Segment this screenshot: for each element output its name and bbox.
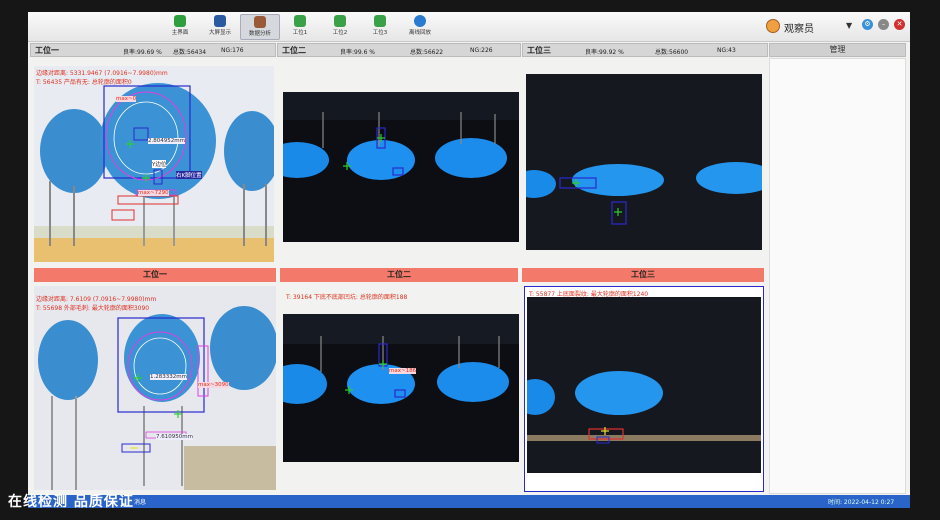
watermark-caption: 在线检测 品质保证 [8,494,134,510]
tool-label: 离线回放 [408,30,431,36]
ng-image-station-3 [527,371,761,444]
measure-readout: 边缘对距离: 5331.9467 (7.0916~7.9980)mm [36,70,168,77]
station-title: 工位三 [527,46,551,55]
station-total: 总数:56600 [655,49,689,56]
station-ng: NG:176 [221,47,244,54]
station-icon [334,15,346,27]
management-panel [769,58,906,494]
station-title: 工位一 [35,46,59,55]
station-yield: 良率:99.92 % [585,49,624,56]
station-yield: 良率:99.69 % [123,49,162,56]
avatar [766,19,780,33]
measure-label: Y边位 [152,160,167,168]
station-3-camera-view [526,74,762,250]
shield-icon [174,15,186,27]
tool-label: 工位3 [372,30,388,36]
station-total: 总数:56434 [173,49,207,56]
status-time: 时间: 2022-04-12 0:27 [828,499,895,506]
tool-label: 大屏显示 [208,30,231,36]
minimize-icon[interactable]: – [878,19,889,30]
station-icon [294,15,306,27]
ng-image-station-1 [38,306,276,490]
ng-station-1-camera-view: 1.283332mm max~3090 7.610950mm [34,286,276,490]
display-icon [214,15,226,27]
station-1-camera-view: max~0 2.804952mm Y边位 右K脚位置 max~7290 [34,66,274,262]
status-bar: 消息 时间: 2022-04-12 0:27 [28,495,910,508]
tool-main[interactable]: 主界面 [160,14,200,40]
chevron-down-icon[interactable]: ▼ [846,21,852,30]
measure-readout: T: 55877 上底面裂纹: 最大轮廓的面积1240 [529,291,649,298]
tool-offline[interactable]: 离线回放 [400,14,440,40]
inspection-screen: 主界面 大屏显示 数据分析 工位1 工位2 工位3 离线回放 观察员 ▼ ⚙ –… [28,12,910,508]
station-1-header: 工位一 良率:99.69 % 总数:56434 NG:176 [30,43,276,57]
settings-icon[interactable]: ⚙ [862,19,873,30]
ng-image-station-2 [283,314,519,404]
measure-label: 2.804952mm [148,138,185,144]
tool-label: 工位2 [332,30,348,36]
ng-header-station-1: 工位一 [34,268,276,282]
measure-label: 1.283332mm [150,374,187,380]
measure-label: max~0 [116,96,137,102]
ng-station-2-camera-view: max~186 [283,314,519,462]
tool-label: 数据分析 [248,31,271,37]
tool-display[interactable]: 大屏显示 [200,14,240,40]
status-message: 消息 [134,499,147,506]
station-title: 工位二 [282,46,306,55]
tool-label: 主界面 [171,30,189,36]
measure-label: 右K脚位置 [176,171,202,179]
ng-station-3-frame: T: 55877 上底面裂纹: 最大轮廓的面积1240 [524,286,764,492]
cloud-icon [414,15,426,27]
station-icon [374,15,386,27]
measure-label: max~186 [389,368,417,374]
measure-readout: 边缘对距离: 7.6109 (7.0916~7.9980)mm [36,296,157,303]
camera-image-station-3 [526,162,762,225]
tool-station-3[interactable]: 工位3 [360,14,400,40]
station-3-header: 工位三 良率:99.92 % 总数:56600 NG:43 [522,43,768,57]
station-2-camera-view [283,92,519,242]
close-icon[interactable]: ✕ [894,19,905,30]
ng-header-station-2: 工位二 [280,268,518,282]
ng-station-3-camera-view [527,297,761,473]
measure-label: 7.610950mm [156,434,193,440]
station-2-header: 工位二 良率:99.6 % 总数:56622 NG:226 [277,43,521,57]
measure-label: max~7290 [138,190,169,196]
station-total: 总数:56622 [410,49,444,56]
tool-station-1[interactable]: 工位1 [280,14,320,40]
station-ng: NG:43 [717,47,736,54]
ng-header-station-3: 工位三 [522,268,764,282]
camera-image-station-2 [283,92,519,180]
chart-icon [254,16,266,28]
tool-station-2[interactable]: 工位2 [320,14,360,40]
management-header[interactable]: 管理 [769,43,906,57]
user-name[interactable]: 观察员 [784,20,814,35]
measure-readout: T: 55698 外部毛刺: 最大轮廓的面积3090 [36,305,150,312]
measure-label: max~3090 [198,382,229,388]
tool-label: 工位1 [292,30,308,36]
tool-analysis[interactable]: 数据分析 [240,14,280,40]
top-toolbar: 主界面 大屏显示 数据分析 工位1 工位2 工位3 离线回放 观察员 ▼ ⚙ –… [28,12,910,42]
measure-readout: T: 39164 下底不底部凹坑: 总轮廓的面积188 [286,294,408,301]
measure-readout: T: 56435 产品有无: 总轮廓的面积0 [36,79,132,86]
station-yield: 良率:99.6 % [340,49,375,56]
station-ng: NG:226 [470,47,493,54]
